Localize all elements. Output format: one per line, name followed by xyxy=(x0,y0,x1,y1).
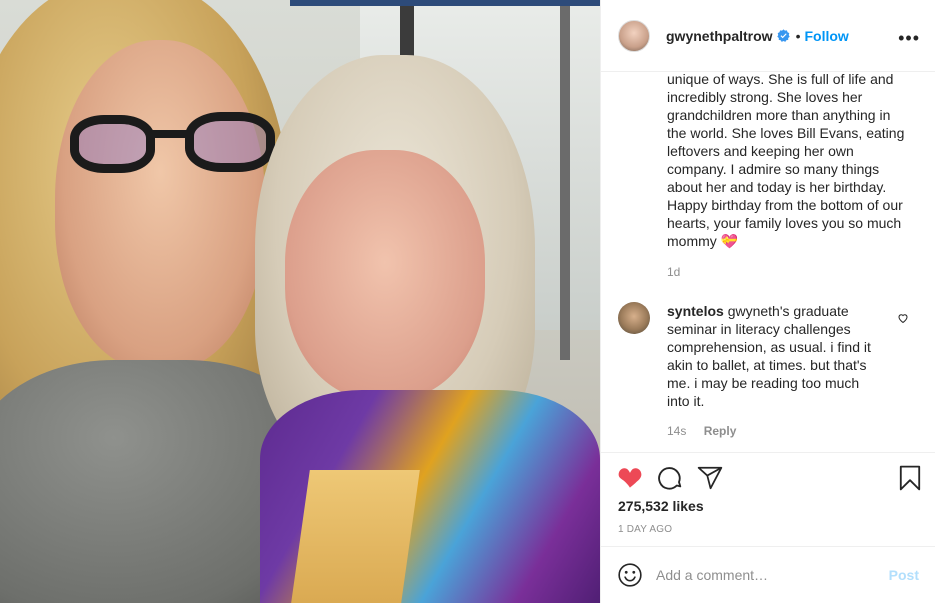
post-actions: 275,532 likes 1 DAY AGO xyxy=(601,452,935,547)
comment-input[interactable] xyxy=(656,565,866,585)
commenter-avatar[interactable] xyxy=(618,302,650,334)
post-caption: unique of ways. She is full of life and … xyxy=(667,72,912,250)
header-separator: • xyxy=(795,27,801,44)
caption-line: Happy birthday from the bottom of our xyxy=(667,197,903,213)
caption-line: about her and today is her birthday. xyxy=(667,179,887,195)
caption-line: incredibly strong. She loves her xyxy=(667,89,863,105)
photo-glasses-right-lens xyxy=(185,112,275,172)
photo-glasses-bridge xyxy=(150,130,190,138)
caption-timestamp[interactable]: 1d xyxy=(667,265,680,279)
post-side-panel: gwynethpaltrow • Follow ••• unique of wa… xyxy=(600,0,935,603)
comment-timestamp[interactable]: 14s xyxy=(667,424,686,438)
caption-line: hearts, your family loves you so much xyxy=(667,215,902,231)
caption-line: company. I admire so many things xyxy=(667,161,880,177)
comment-bubble-icon[interactable] xyxy=(657,465,683,491)
post-header: gwynethpaltrow • Follow ••• xyxy=(601,0,935,72)
follow-button[interactable]: Follow xyxy=(804,28,848,44)
share-paper-plane-icon[interactable] xyxy=(697,465,723,491)
author-username[interactable]: gwynethpaltrow xyxy=(666,28,773,44)
reply-button[interactable]: Reply xyxy=(704,424,737,438)
emoji-smiley-icon[interactable] xyxy=(617,562,643,588)
caption-line: unique of ways. She is full of life and xyxy=(667,72,894,87)
caption-line: leftovers and keeping her own xyxy=(667,143,854,159)
author-avatar[interactable] xyxy=(618,19,650,52)
photo-collar xyxy=(290,470,420,603)
caption-line: grandchildren more than anything in xyxy=(667,107,891,123)
like-heart-icon[interactable] xyxy=(617,465,643,491)
add-comment-bar: Post xyxy=(601,546,935,603)
save-bookmark-icon[interactable] xyxy=(897,465,923,491)
comment-like-heart-icon[interactable] xyxy=(897,312,909,324)
photo-person-left-face xyxy=(55,40,265,370)
caption-line: the world. She loves Bill Evans, eating xyxy=(667,125,905,141)
photo-window-frame xyxy=(560,0,570,360)
comments-list[interactable]: unique of ways. She is full of life and … xyxy=(601,72,935,452)
post-age[interactable]: 1 DAY AGO xyxy=(618,524,672,535)
more-options-icon[interactable]: ••• xyxy=(898,29,920,47)
commenter-username[interactable]: syntelos xyxy=(667,303,724,319)
post-photo[interactable] xyxy=(0,0,600,603)
photo-top-strip xyxy=(290,0,600,6)
photo-person-right-face xyxy=(285,150,485,400)
comment-body: syntelos gwyneth's graduate seminar in l… xyxy=(667,302,877,410)
comment-meta: 14s Reply xyxy=(667,424,736,438)
likes-count[interactable]: 275,532 likes xyxy=(618,498,704,514)
photo-glasses-left-lens xyxy=(70,115,155,173)
post-comment-button[interactable]: Post xyxy=(889,567,919,583)
action-icons-row xyxy=(617,465,922,491)
verified-badge-icon xyxy=(776,29,790,42)
caption-line: mommy 💝 xyxy=(667,233,739,249)
